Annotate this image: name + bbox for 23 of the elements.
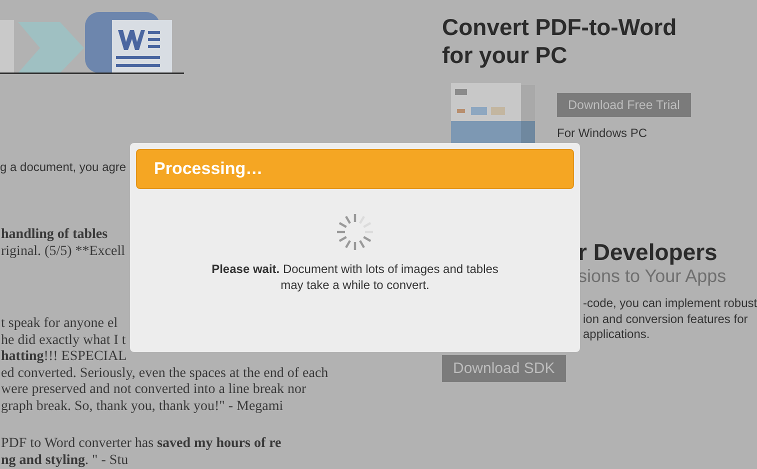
description-text: applications.: [583, 327, 651, 342]
testimonial-text: hatting!!! ESPECIAL: [0, 349, 128, 366]
download-trial-button[interactable]: Download Free Trial: [557, 93, 691, 117]
testimonial-text: riginal. (5/5) **Excell: [0, 244, 126, 260]
terms-text: g a document, you agre: [0, 160, 126, 174]
testimonial-text: handling of tables: [0, 227, 109, 244]
dialog-title: Processing…: [154, 159, 263, 179]
testimonial-text: PDF to Word converter has saved my hours of re: [0, 436, 282, 452]
testimonial-text: graph break. So, thank you, thank you!" - Megami: [0, 398, 284, 415]
testimonial-text: he did exactly what I t: [0, 332, 127, 349]
spinner-icon: [335, 212, 375, 252]
description-text: -code, you can implement robust: [583, 296, 757, 312]
testimonial-text: ed converted. Seriously, even the spaces at the end of each: [0, 366, 328, 382]
download-sdk-button[interactable]: Download SDK: [442, 354, 566, 382]
testimonial-text: ng and styling. " - Stu: [0, 452, 130, 469]
section-heading: for your PC: [442, 41, 568, 69]
description-text: ion and conversion features for: [583, 312, 749, 327]
platform-note: For Windows PC: [557, 126, 648, 140]
testimonial-text: were preserved and not converted into a line break nor: [0, 382, 308, 398]
testimonial-text: t speak for anyone el: [0, 316, 119, 332]
wait-message: Please wait. Document with lots of images and tables may take a while to convert.: [210, 262, 500, 293]
section-heading: Convert PDF-to-Word: [442, 13, 677, 41]
section-subheading: sions to Your Apps: [578, 266, 726, 286]
